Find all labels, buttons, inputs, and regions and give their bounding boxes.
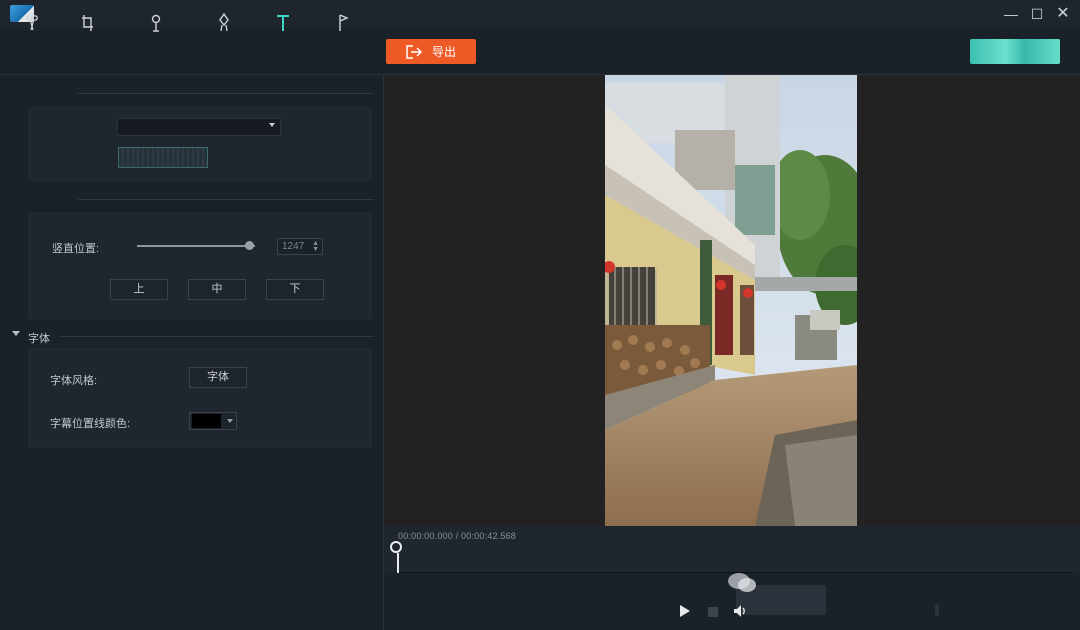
export-label: 导出 [431,45,456,59]
chat-bubble-icon [728,573,756,592]
font-card [28,348,372,448]
align-middle-button[interactable]: 中 [188,279,246,300]
position-card [28,213,372,319]
export-icon [406,44,422,59]
playhead-handle[interactable] [390,541,402,553]
flag-icon [339,14,349,31]
color-swatch [192,414,221,428]
watermark-tool-button[interactable] [332,8,354,38]
font-section-title: 字体 [28,333,50,345]
vertical-position-slider[interactable] [137,245,255,247]
vertical-position-value: 1247 [282,241,305,252]
vertical-position-input[interactable]: 1247 ▲ ▼ [277,238,323,255]
video-scene [605,75,857,526]
stop-icon[interactable] [708,607,718,617]
blurred-button[interactable] [118,147,208,168]
font-style-button[interactable]: 字体 [189,367,247,388]
cut-tool-button[interactable] [21,8,43,38]
section-divider [60,336,374,337]
scissors-icon [26,15,38,31]
marker-icon [219,12,229,32]
close-button[interactable]: ✕ [1052,4,1074,24]
play-icon[interactable] [680,605,690,617]
subtitle-style-select[interactable] [117,118,281,136]
maximize-button[interactable]: ☐ [1026,4,1048,24]
subtitle-tool-button[interactable] [272,8,294,38]
collapse-caret-icon[interactable] [12,331,20,336]
section-divider [78,93,374,94]
minimize-button[interactable]: — [1000,4,1022,24]
marker-tool-button[interactable] [213,8,235,38]
playhead-line [397,553,399,573]
crop-icon [82,15,93,31]
spin-arrows-icon[interactable]: ▲ ▼ [312,240,319,253]
text-icon [277,15,289,31]
video-frame [605,75,857,526]
align-down-button[interactable]: 下 [266,279,324,300]
crop-tool-button[interactable] [77,8,99,38]
vertical-position-label: 竖直位置: [52,243,100,255]
keyframe-tool-button[interactable] [145,8,167,38]
chevron-down-icon [227,419,233,423]
font-style-label: 字体风格: [50,375,98,387]
chevron-down-icon [269,123,275,127]
export-button[interactable]: 导出 [386,39,476,64]
pin-icon [151,14,161,32]
section-divider [78,199,374,200]
align-up-button[interactable]: 上 [110,279,168,300]
line-color-label: 字幕位置线颜色: [50,418,131,430]
volume-marker [935,604,939,616]
volume-icon[interactable] [732,603,748,619]
timecode-display: 00:00:00.000 / 00:00:42.568 [398,531,517,541]
account-button[interactable] [970,39,1060,64]
